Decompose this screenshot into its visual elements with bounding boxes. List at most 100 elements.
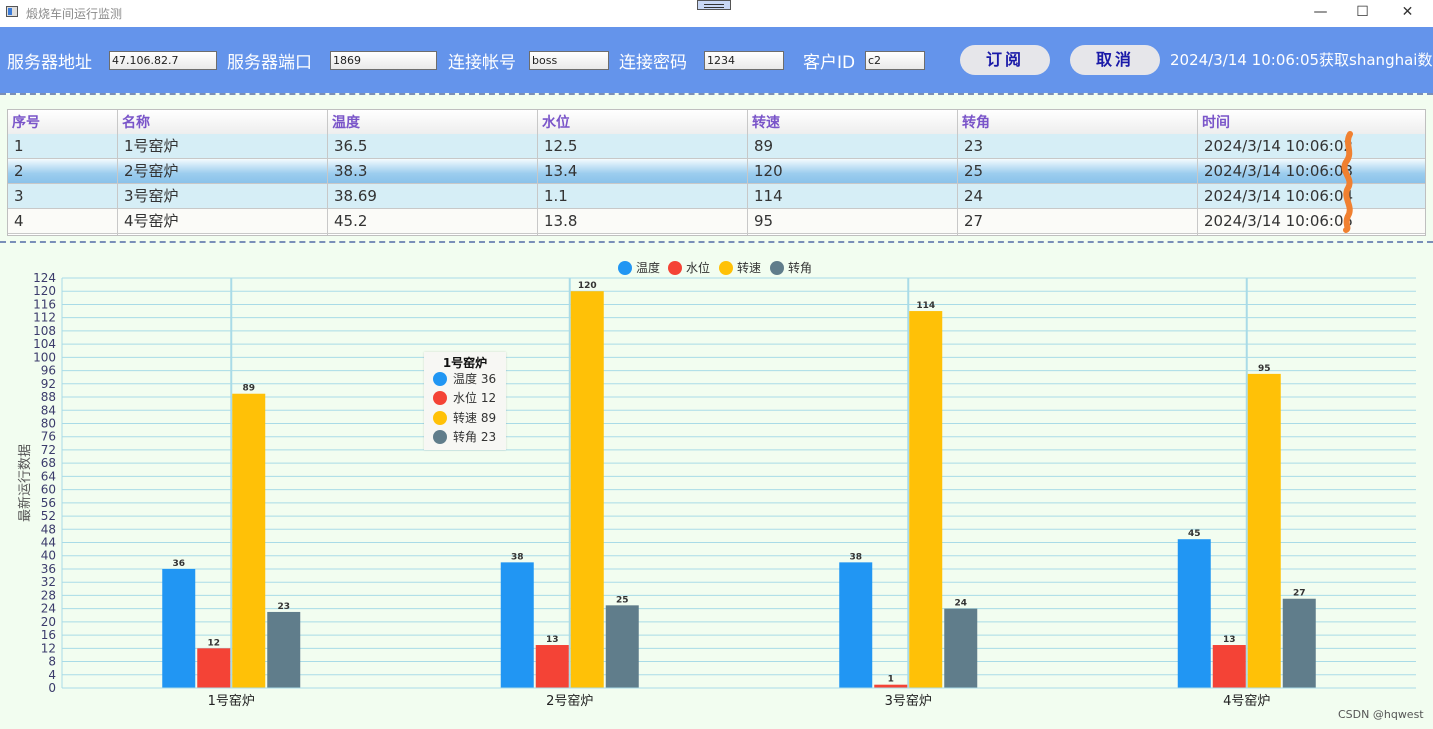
cell-index: 1 xyxy=(14,137,24,155)
password-label: 连接密码 xyxy=(619,53,687,73)
column-header-speed[interactable]: 转速 xyxy=(748,110,958,134)
data-label: 120 xyxy=(578,281,597,291)
y-tick-label: 12 xyxy=(41,641,56,655)
x-tick-label: 2号窑炉 xyxy=(546,693,593,709)
column-header-index[interactable]: 序号 xyxy=(8,110,118,134)
tooltip-item: 转速 89 xyxy=(433,410,496,426)
cell-name: 4号窑炉 xyxy=(124,212,179,230)
cancel-button[interactable]: 取消 xyxy=(1070,45,1160,75)
y-tick-label: 52 xyxy=(41,509,56,523)
password-input[interactable]: 1234 xyxy=(704,51,784,70)
table-row[interactable]: 3 3号窑炉 38.69 1.1 114 24 2024/3/14 10:06:… xyxy=(8,184,1425,209)
cell-speed: 120 xyxy=(754,162,783,180)
y-tick-label: 24 xyxy=(41,602,56,616)
window-title: 煅烧车间运行监测 xyxy=(26,7,123,21)
window-titlebar: 煅烧车间运行监测 — ☐ ✕ xyxy=(0,0,1433,27)
data-label: 12 xyxy=(207,638,220,648)
account-input[interactable]: boss xyxy=(529,51,609,70)
cell-temperature: 38.3 xyxy=(334,162,368,180)
bar xyxy=(162,568,196,688)
close-button[interactable]: ✕ xyxy=(1385,0,1430,27)
data-label: 114 xyxy=(916,301,935,311)
cell-index: 4 xyxy=(14,212,24,230)
y-tick-label: 76 xyxy=(41,430,56,444)
divider-top xyxy=(0,93,1433,95)
y-tick-label: 92 xyxy=(41,377,56,391)
y-tick-label: 112 xyxy=(33,311,56,325)
data-label: 1 xyxy=(888,675,894,685)
table-row[interactable]: 4 4号窑炉 45.2 13.8 95 27 2024/3/14 10:06:0… xyxy=(8,209,1425,234)
column-divider xyxy=(327,110,328,235)
x-tick-label: 1号窑炉 xyxy=(208,693,255,709)
legend-label: 温度 xyxy=(636,260,660,275)
column-divider xyxy=(747,110,748,235)
column-header-temperature[interactable]: 温度 xyxy=(328,110,538,134)
legend-marker xyxy=(668,261,682,275)
legend-marker xyxy=(618,261,632,275)
column-header-time[interactable]: 时间 xyxy=(1198,110,1425,134)
bar xyxy=(500,562,534,688)
y-tick-label: 64 xyxy=(41,469,56,483)
cell-temperature: 36.5 xyxy=(334,137,368,155)
app-icon xyxy=(6,6,18,17)
cell-index: 2 xyxy=(14,162,24,180)
data-label: 36 xyxy=(172,559,185,569)
data-label: 13 xyxy=(1223,635,1236,645)
legend-marker xyxy=(719,261,733,275)
y-tick-label: 116 xyxy=(33,297,56,311)
table-row[interactable]: 1 1号窑炉 36.5 12.5 89 23 2024/3/14 10:06:0… xyxy=(8,134,1425,159)
cell-temperature: 45.2 xyxy=(334,212,368,230)
y-tick-label: 108 xyxy=(33,324,56,338)
y-tick-label: 84 xyxy=(41,403,56,417)
legend-label: 转速 xyxy=(737,260,761,275)
tooltip-item: 温度 36 xyxy=(433,371,496,387)
y-tick-label: 120 xyxy=(33,284,56,298)
tooltip-title: 1号窑炉 xyxy=(442,356,488,370)
data-label: 23 xyxy=(277,602,290,612)
bar xyxy=(1247,373,1281,688)
tooltip-item-label: 转速 89 xyxy=(453,411,497,425)
bar xyxy=(570,291,604,688)
y-tick-label: 16 xyxy=(41,628,56,642)
table-row[interactable]: 2 2号窑炉 38.3 13.4 120 25 2024/3/14 10:06:… xyxy=(8,159,1425,184)
bar xyxy=(839,562,873,688)
tooltip-item: 水位 12 xyxy=(433,390,496,406)
cell-time: 2024/3/14 10:06:05 xyxy=(1204,212,1354,230)
server-port-input[interactable]: 1869 xyxy=(330,51,437,70)
furnace-data-grid: 序号 名称 温度 水位 转速 转角 时间 1 1号窑炉 36.5 12.5 89… xyxy=(7,109,1426,236)
y-tick-label: 48 xyxy=(41,522,56,536)
bar xyxy=(535,645,569,688)
y-tick-label: 8 xyxy=(48,655,56,669)
bar xyxy=(267,611,301,688)
minimize-button[interactable]: — xyxy=(1298,0,1343,27)
bar-chart: 0481216202428323640444852566064687276808… xyxy=(17,260,1416,709)
tooltip-item: 转角 23 xyxy=(433,429,496,445)
bar xyxy=(1177,539,1211,688)
cell-name: 1号窑炉 xyxy=(124,137,179,155)
cell-water-level: 13.4 xyxy=(544,162,578,180)
server-address-input[interactable]: 47.106.82.7 xyxy=(109,51,217,70)
y-tick-label: 88 xyxy=(41,390,56,404)
column-divider xyxy=(957,110,958,235)
cell-temperature: 38.69 xyxy=(334,187,377,205)
status-text: 2024/3/14 10:06:05获取shanghai数据. xyxy=(1170,51,1433,69)
data-label: 38 xyxy=(849,552,862,562)
y-tick-label: 72 xyxy=(41,443,56,457)
data-label: 38 xyxy=(511,552,524,562)
cell-time: 2024/3/14 10:06:03 xyxy=(1204,162,1354,180)
cell-name: 3号窑炉 xyxy=(124,187,179,205)
data-label: 89 xyxy=(242,384,255,394)
subscribe-button[interactable]: 订阅 xyxy=(960,45,1050,75)
legend-label: 转角 xyxy=(788,260,812,275)
y-tick-label: 44 xyxy=(41,536,56,550)
column-header-water-level[interactable]: 水位 xyxy=(538,110,748,134)
bar xyxy=(197,648,231,688)
column-header-name[interactable]: 名称 xyxy=(118,110,328,134)
column-header-angle[interactable]: 转角 xyxy=(958,110,1198,134)
bar xyxy=(605,605,639,688)
x-tick-label: 4号窑炉 xyxy=(1223,693,1270,709)
client-id-input[interactable]: c2 xyxy=(865,51,925,70)
grid-header: 序号 名称 温度 水位 转速 转角 时间 xyxy=(8,110,1425,135)
drag-handle-icon[interactable] xyxy=(697,0,731,10)
maximize-button[interactable]: ☐ xyxy=(1340,0,1385,27)
